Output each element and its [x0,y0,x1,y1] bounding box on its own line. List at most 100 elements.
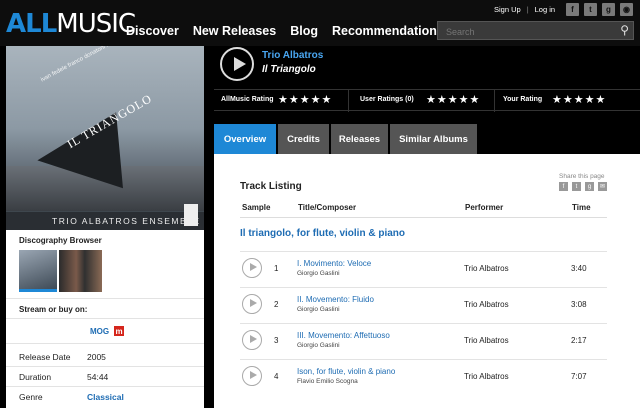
account-links: Sign Up | Log in [494,5,555,14]
share-googleplus-icon[interactable]: g [585,182,594,191]
track-performer[interactable]: Trio Albatros [464,264,509,273]
divider [494,90,495,112]
your-rating-label: Your Rating [503,96,543,103]
facebook-icon[interactable]: f [566,3,579,16]
release-date-value: 2005 [87,352,106,362]
social-icons: f t g ◉ [566,3,633,16]
track-row: 4 Ison, for flute, violin & piano Flavio… [240,359,607,395]
stream-label: Stream or buy on: [19,305,88,314]
track-time: 7:07 [571,372,587,381]
divider [6,366,204,367]
discography-thumb[interactable] [59,250,102,292]
ratings-bar: AllMusic Rating ★★★★★ User Ratings (0) ★… [214,89,640,112]
sign-up-link[interactable]: Sign Up [494,5,521,14]
divider [240,217,607,218]
col-performer: Performer [465,203,504,212]
track-title-link[interactable]: I. Movimento: Veloce [297,259,371,268]
user-ratings-label: User Ratings (0) [360,96,414,103]
track-title-link[interactable]: Ison, for flute, violin & piano [297,367,395,376]
track-listing-heading: Track Listing [240,181,302,192]
track-number: 3 [274,336,279,345]
track-composer[interactable]: Giorgio Gaslini [297,342,340,349]
track-row: 3 III. Movemento: Affettuoso Giorgio Gas… [240,323,607,359]
user-rating-stars: ★★★★★ [426,94,481,106]
play-sample-icon[interactable] [242,258,262,278]
divider [6,343,204,344]
track-composer[interactable]: Giorgio Gaslini [297,270,340,277]
mog-label: MOG [90,326,110,336]
track-performer[interactable]: Trio Albatros [464,300,509,309]
col-time: Time [572,203,591,212]
track-time: 3:08 [571,300,587,309]
tab-releases[interactable]: Releases [331,124,388,154]
nav-new-releases[interactable]: New Releases [193,24,276,38]
logo-music: MUSIC [56,9,136,39]
tab-overview[interactable]: Overview [214,124,276,154]
artist-link[interactable]: Trio Albatros [262,50,323,61]
twitter-icon[interactable]: t [584,3,597,16]
track-composer[interactable]: Giorgio Gaslini [297,306,340,313]
tab-similar-albums[interactable]: Similar Albums [390,124,477,154]
logo-all: ALL [6,9,57,39]
discography-thumbs [19,250,102,292]
work-title-link[interactable]: Il triangolo, for flute, violin & piano [240,228,405,239]
log-in-link[interactable]: Log in [535,5,555,14]
cover-label-logo [184,204,198,226]
search-box: ⚲ [437,21,634,40]
cover-band: TRIO ALBATROS ENSEMBLE [6,212,204,230]
discography-browser-heading: Discography Browser [19,236,102,245]
col-sample: Sample [242,203,271,212]
divider [348,90,349,112]
overview-panel: Track Listing Share this page f t g ✉ Sa… [214,154,640,408]
share-icons: f t g ✉ [559,182,607,191]
search-input[interactable] [438,24,608,40]
link-separator: | [526,5,529,14]
track-title-link[interactable]: III. Movemento: Affettuoso [297,331,390,340]
album-tabs: Overview Credits Releases Similar Albums [214,124,477,154]
search-icon[interactable]: ⚲ [620,23,629,37]
track-number: 2 [274,300,279,309]
left-sidebar: ivan fedele franco donatoni luciano IL T… [6,46,204,408]
allmusic-logo[interactable]: ALLMUSIC [6,9,136,39]
track-time: 2:17 [571,336,587,345]
track-time: 3:40 [571,264,587,273]
play-sample-icon[interactable] [242,294,262,314]
share-facebook-icon[interactable]: f [559,182,568,191]
mog-link[interactable]: MOG m [90,326,125,336]
main-nav: Discover New Releases Blog Recommendatio… [126,24,444,38]
tab-credits[interactable]: Credits [278,124,329,154]
your-rating-stars[interactable]: ★★★★★ [552,93,606,106]
play-sample-icon[interactable] [242,330,262,350]
play-sample-icon[interactable] [242,366,262,386]
googleplus-icon[interactable]: g [602,3,615,16]
track-performer[interactable]: Trio Albatros [464,336,509,345]
track-number: 4 [274,372,279,381]
nav-blog[interactable]: Blog [290,24,318,38]
genre-link[interactable]: Classical [87,392,124,402]
album-cover[interactable]: ivan fedele franco donatoni luciano IL T… [6,46,204,230]
divider [6,298,204,299]
rss-icon[interactable]: ◉ [620,3,633,16]
track-row: 2 II. Movemento: Fluido Giorgio Gaslini … [240,287,607,323]
share-label: Share this page [559,173,605,180]
track-number: 1 [274,264,279,273]
nav-discover[interactable]: Discover [126,24,179,38]
release-date-label: Release Date [19,352,71,362]
track-row: 1 I. Movimento: Veloce Giorgio Gaslini T… [240,251,607,287]
duration-label: Duration [19,372,52,382]
track-composer[interactable]: Flavio Emilio Scogna [297,378,358,385]
col-title-composer: Title/Composer [298,203,357,212]
nav-recommendations[interactable]: Recommendations [332,24,444,38]
share-email-icon[interactable]: ✉ [598,182,607,191]
allmusic-rating-stars: ★★★★★ [278,94,333,106]
track-title-link[interactable]: II. Movemento: Fluido [297,295,374,304]
divider [6,386,204,387]
track-performer[interactable]: Trio Albatros [464,372,509,381]
discography-thumb-current[interactable] [19,250,57,292]
play-album-button[interactable] [220,47,254,81]
share-twitter-icon[interactable]: t [572,182,581,191]
top-bar: ALLMUSIC Discover New Releases Blog Reco… [0,0,640,46]
mog-icon: m [114,326,125,336]
duration-value: 54:44 [87,372,109,382]
divider [6,318,204,319]
